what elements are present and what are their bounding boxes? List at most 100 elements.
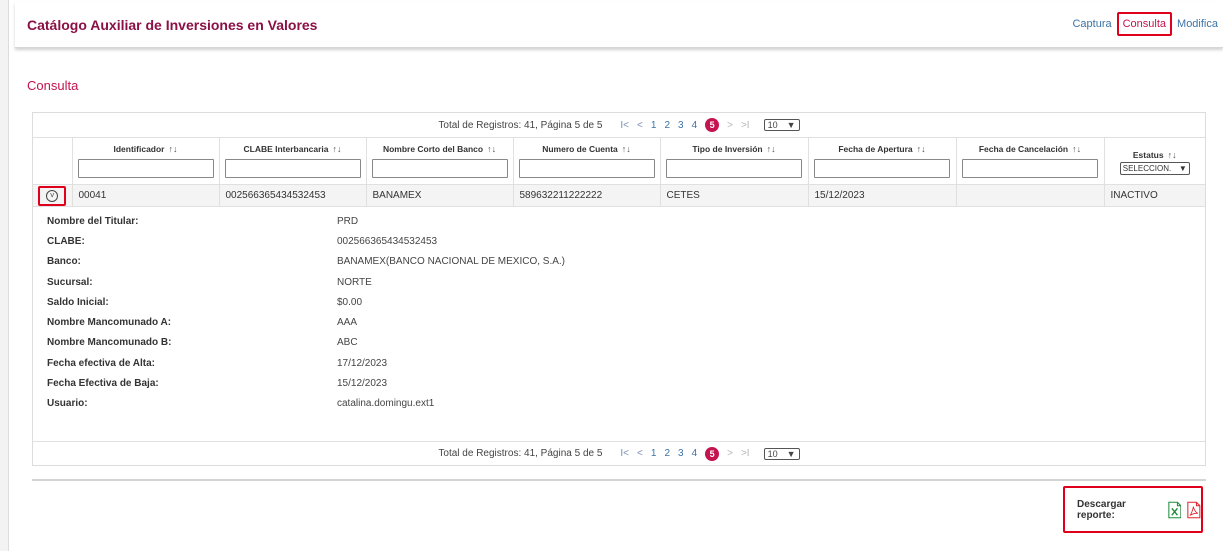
nav-captura[interactable]: Captura <box>1067 15 1116 33</box>
filter-identificador[interactable] <box>77 159 214 178</box>
left-rail <box>0 0 9 551</box>
detail-value: 15/12/2023 <box>337 378 388 390</box>
detail-label: Sucursal: <box>47 276 93 288</box>
first-page-icon[interactable]: I< <box>620 448 629 459</box>
page-size-value: 10 <box>767 120 778 130</box>
app-title: Catálogo Auxiliar de Inversiones en Valo… <box>27 17 318 33</box>
row-details: Nombre del Titular: PRD CLABE: 00256636543… <box>33 207 1205 414</box>
table-row[interactable]: ˅ 00041 002566365434532453 BANAMEX 58963… <box>33 184 1205 207</box>
detail-row: Nombre Mancomunado B: ABC <box>47 333 1205 353</box>
detail-row: Usuario: catalina.domingu.ext1 <box>47 394 1205 414</box>
prev-page-icon[interactable]: < <box>637 448 643 459</box>
page-1[interactable]: 1 <box>651 120 657 131</box>
download-report: Descargar reporte: <box>1063 486 1203 533</box>
page-2[interactable]: 2 <box>664 448 670 459</box>
filter-clabe[interactable] <box>224 159 361 178</box>
page-current[interactable]: 5 <box>705 446 720 461</box>
page-size-select[interactable]: 10 ▼ <box>763 119 800 131</box>
detail-label: Usuario: <box>47 398 88 410</box>
cell-clabe: 002566365434532453 <box>219 184 367 207</box>
prev-page-icon[interactable]: < <box>637 120 643 131</box>
detail-value: NORTE <box>337 276 372 288</box>
page-2[interactable]: 2 <box>664 120 670 131</box>
divider <box>32 479 1206 481</box>
sort-icon[interactable]: ↑↓ <box>1168 150 1177 160</box>
pager-bottom: Total de Registros: 41, Página 5 de 5 I<… <box>33 441 1205 465</box>
excel-file-icon[interactable] <box>1167 500 1182 520</box>
sort-icon[interactable]: ↑↓ <box>487 144 496 154</box>
filter-cuenta[interactable] <box>518 159 655 178</box>
results-grid: Total de Registros: 41, Página 5 de 5 I<… <box>32 112 1206 466</box>
pager-top: Total de Registros: 41, Página 5 de 5 I<… <box>33 113 1205 137</box>
col-apertura[interactable]: Fecha de Apertura ↑↓ <box>808 137 957 185</box>
detail-value: PRD <box>337 215 359 227</box>
cell-cuenta: 589632211222222 <box>513 184 661 207</box>
col-identificador[interactable]: Identificador ↑↓ <box>72 137 220 185</box>
chevron-down-icon: ▼ <box>786 448 796 459</box>
sort-icon[interactable]: ↑↓ <box>767 144 776 154</box>
cell-cancelacion <box>956 184 1105 207</box>
detail-label: Saldo Inicial: <box>47 296 109 308</box>
detail-row: Sucursal: NORTE <box>47 272 1205 292</box>
first-page-icon[interactable]: I< <box>620 120 629 131</box>
filter-apertura[interactable] <box>814 159 950 178</box>
page-1[interactable]: 1 <box>651 448 657 459</box>
detail-value: BANAMEX(BANCO NACIONAL DE MEXICO, S.A.) <box>337 256 566 268</box>
cell-identificador: 00041 <box>72 184 220 207</box>
chevron-down-circle-icon: ˅ <box>46 189 59 202</box>
col-estatus[interactable]: Estatus ↑↓ SELECCION. ▼ <box>1104 137 1205 185</box>
filter-tipo[interactable] <box>666 159 802 178</box>
detail-value: 002566365434532453 <box>337 235 438 247</box>
detail-label: Banco: <box>47 256 81 268</box>
filter-banco[interactable] <box>371 159 508 178</box>
cell-apertura: 15/12/2023 <box>808 184 957 207</box>
download-label: Descargar reporte: <box>1077 498 1126 521</box>
detail-row: Fecha efectiva de Alta: 17/12/2023 <box>47 353 1205 373</box>
expand-row-button[interactable]: ˅ <box>38 185 67 206</box>
last-page-icon: >I <box>740 448 750 459</box>
page-current[interactable]: 5 <box>705 118 720 132</box>
expander-cell: ˅ <box>33 184 73 207</box>
sort-icon[interactable]: ↑↓ <box>333 144 342 154</box>
next-page-icon: > <box>727 119 733 131</box>
page-3[interactable]: 3 <box>678 120 684 131</box>
section-title: Consulta <box>27 78 79 93</box>
results-table: Identificador ↑↓ CLABE Interbancaria ↑↓ No… <box>33 137 1205 207</box>
col-cancelacion[interactable]: Fecha de Cancelación ↑↓ <box>956 137 1105 185</box>
detail-label: Fecha Efectiva de Baja: <box>47 378 159 390</box>
filter-estatus-select[interactable]: SELECCION. ▼ <box>1119 162 1190 175</box>
chevron-down-icon: ▼ <box>1178 164 1187 173</box>
page-4[interactable]: 4 <box>692 448 698 459</box>
col-cuenta[interactable]: Numero de Cuenta ↑↓ <box>513 137 661 185</box>
col-tipo[interactable]: Tipo de Inversión ↑↓ <box>660 137 809 185</box>
page-3[interactable]: 3 <box>678 448 684 459</box>
detail-label: Fecha efectiva de Alta: <box>47 357 156 369</box>
pdf-file-icon[interactable] <box>1187 500 1201 520</box>
filter-cancelacion[interactable] <box>962 159 1098 178</box>
chevron-down-icon: ▼ <box>786 120 796 130</box>
nav-consulta[interactable]: Consulta <box>1116 12 1173 36</box>
sort-icon[interactable]: ↑↓ <box>1072 144 1081 154</box>
cell-tipo: CETES <box>660 184 809 207</box>
col-banco[interactable]: Nombre Corto del Banco ↑↓ <box>366 137 514 185</box>
last-page-icon: >I <box>740 119 750 131</box>
detail-value: catalina.domingu.ext1 <box>337 398 435 410</box>
cell-estatus: INACTIVO <box>1104 184 1205 207</box>
detail-value: AAA <box>337 317 358 329</box>
sort-icon[interactable]: ↑↓ <box>917 144 926 154</box>
sort-icon[interactable]: ↑↓ <box>622 144 631 154</box>
expander-header <box>33 137 73 185</box>
detail-row: Nombre del Titular: PRD <box>47 211 1205 231</box>
detail-row: Saldo Inicial: $0.00 <box>47 292 1205 312</box>
page-header: Catálogo Auxiliar de Inversiones en Valo… <box>15 2 1223 48</box>
nav-modifica[interactable]: Modifica <box>1172 15 1223 33</box>
page-4[interactable]: 4 <box>692 120 698 131</box>
sort-icon[interactable]: ↑↓ <box>169 144 178 154</box>
page-size-select[interactable]: 10 ▼ <box>763 447 800 460</box>
detail-value: ABC <box>337 337 358 349</box>
detail-value: 17/12/2023 <box>337 357 388 369</box>
detail-row: Nombre Mancomunado A: AAA <box>47 312 1205 332</box>
page-size-value: 10 <box>767 448 778 459</box>
detail-value: $0.00 <box>337 296 363 308</box>
col-clabe[interactable]: CLABE Interbancaria ↑↓ <box>219 137 367 185</box>
